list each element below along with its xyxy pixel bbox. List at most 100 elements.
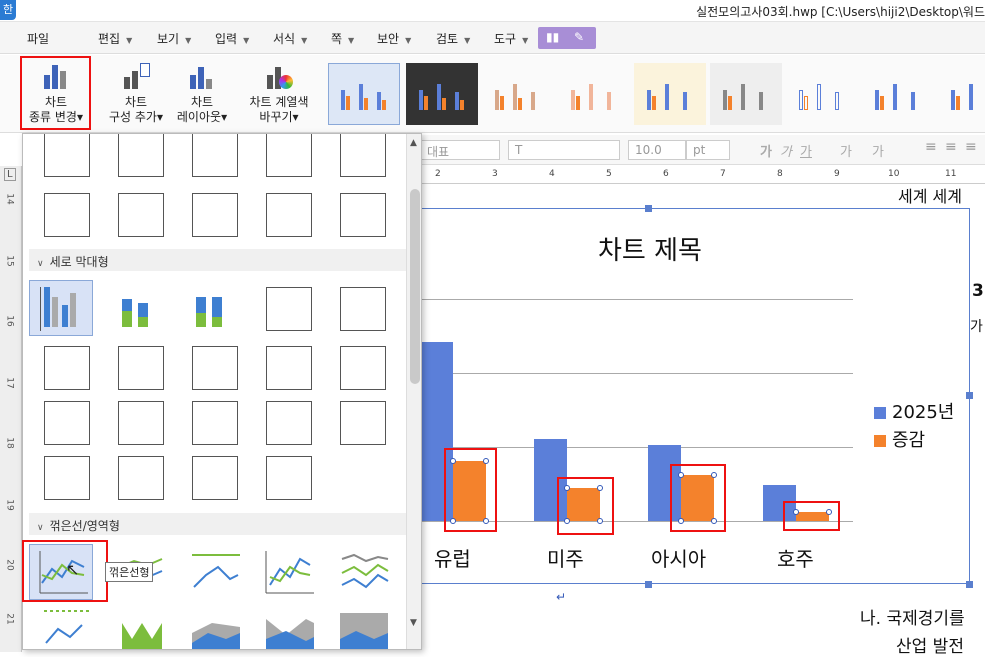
chart-bar-icon[interactable]: ▮▮ [546,30,559,44]
font-field[interactable]: T [508,140,620,160]
add-chart-element-button[interactable]: 차트 구성 추가▾ [104,57,168,125]
chart-type-cylinder[interactable] [181,339,245,395]
chart-style-8[interactable] [862,63,934,125]
ruler-corner-icon[interactable]: L [4,168,16,181]
chart-type-cone-bar[interactable] [329,186,393,242]
selection-point[interactable] [678,472,684,478]
chart-type-100-area[interactable] [329,602,393,649]
chart-type-3d-column[interactable] [33,339,97,395]
chart-type-clustered-column[interactable] [29,280,93,336]
chart-type-cylinder[interactable] [33,394,97,450]
chart-style-4[interactable] [558,63,630,125]
strike-icon[interactable]: 가 [840,141,852,160]
chart-type-cone[interactable] [181,394,245,450]
font-unit-field[interactable]: pt [686,140,730,160]
chart-type-pyramid[interactable] [107,449,171,505]
selection-point[interactable] [711,518,717,524]
selection-point[interactable] [711,472,717,478]
dropdown-scrollbar[interactable]: ▲ ▼ [406,134,421,649]
chart-type-pyramid[interactable] [33,449,97,505]
chart-context-tabs[interactable]: ▮▮ ✎ [538,27,596,49]
chart-type-3d-column[interactable] [107,339,171,395]
resize-handle[interactable] [645,581,652,588]
chart-type-cone-bar[interactable] [107,186,171,242]
chart-type-line-markers[interactable] [33,602,97,649]
selection-point[interactable] [450,458,456,464]
chart-style-9[interactable] [938,63,985,125]
chart-style-5[interactable] [634,63,706,125]
resize-handle[interactable] [966,581,973,588]
chart-type-pyramid[interactable] [255,449,319,505]
vertical-ruler[interactable]: L 14 15 16 17 18 19 20 21 [0,166,22,652]
chart-type-cone-bar[interactable] [255,186,319,242]
chart-type-3d-bar[interactable] [181,134,245,188]
align-center-icon[interactable]: ≡ [945,139,957,155]
selection-point[interactable] [483,518,489,524]
menu-security[interactable]: 보안 ▼ [377,30,411,47]
chart-type-line-markers[interactable] [255,544,319,600]
chart-type-3d-column[interactable] [255,280,319,336]
menu-format[interactable]: 서식 ▼ [273,30,307,47]
resize-handle[interactable] [966,392,973,399]
style-field[interactable]: 대표 [420,140,500,160]
chart-type-pyramid[interactable] [181,449,245,505]
selection-point[interactable] [793,509,799,515]
chart-style-3[interactable] [482,63,554,125]
selection-point[interactable] [564,485,570,491]
scroll-down-icon[interactable]: ▼ [410,618,417,628]
chart-type-cone[interactable] [329,394,393,450]
menu-insert[interactable]: 입력 ▼ [215,30,249,47]
selection-point[interactable] [564,518,570,524]
chart-style-2[interactable] [406,63,478,125]
font-size-field[interactable]: 10.0 [628,140,686,160]
underline-icon[interactable]: 가 [800,141,812,160]
menu-edit[interactable]: 편집 ▼ [98,30,132,47]
chart-type-100-stacked-column[interactable] [181,280,245,336]
selection-point[interactable] [483,458,489,464]
chart-edit-icon[interactable]: ✎ [574,30,584,44]
resize-handle[interactable] [645,205,652,212]
section-header-column[interactable]: ∨ 세로 막대형 [29,249,407,271]
legend-item[interactable]: 증감 [874,426,925,452]
chart-type-cone-bar[interactable] [181,186,245,242]
chart-type-stacked-area[interactable] [255,602,319,649]
legend-item[interactable]: 2025년 [874,398,954,424]
selection-point[interactable] [597,518,603,524]
horizontal-ruler[interactable]: 2 3 4 5 6 7 8 9 10 11 [420,166,985,184]
chart-type-cone[interactable] [107,394,171,450]
chart-type-3d-bar[interactable] [329,134,393,188]
chart-type-stacked-column[interactable] [107,280,171,336]
italic-icon[interactable]: 가 [780,141,792,160]
align-left-icon[interactable]: ≡ [925,139,937,155]
menu-file[interactable]: 파일 [27,30,49,47]
chart-type-3d-stacked-column[interactable] [329,280,393,336]
selection-point[interactable] [678,518,684,524]
scroll-up-icon[interactable]: ▲ [410,138,417,148]
chart-type-area[interactable] [181,602,245,649]
chart-type-cone-bar[interactable] [33,186,97,242]
chart-style-6[interactable] [710,63,782,125]
chart-type-3d-bar[interactable] [33,134,97,188]
chart-type-3d-bar[interactable] [107,134,171,188]
chart-type-cylinder[interactable] [255,339,319,395]
bold-icon[interactable]: 가 [760,141,772,160]
chart-type-100-line[interactable] [181,544,245,600]
scrollbar-thumb[interactable] [410,189,420,384]
font-color-icon[interactable]: 가 [872,141,884,160]
selection-point[interactable] [597,485,603,491]
menu-tools[interactable]: 도구 ▼ [494,30,528,47]
chart-type-3d-bar[interactable] [255,134,319,188]
chart-type-3d-line[interactable] [107,602,171,649]
chart-type-cone[interactable] [255,394,319,450]
chart-color-button[interactable]: 차트 계열색 바꾸기▾ [246,57,312,125]
selection-point[interactable] [826,509,832,515]
menu-page[interactable]: 쪽 ▼ [331,30,354,47]
menu-review[interactable]: 검토 ▼ [436,30,470,47]
chart-title[interactable]: 차트 제목 [545,230,755,267]
chart-style-1[interactable] [328,63,400,125]
align-right-icon[interactable]: ≡ [965,139,977,155]
selection-point[interactable] [450,518,456,524]
chart-style-7[interactable] [786,63,858,125]
app-icon[interactable]: 한 [0,0,16,20]
chart-type-line-markers-stacked[interactable] [329,544,393,600]
